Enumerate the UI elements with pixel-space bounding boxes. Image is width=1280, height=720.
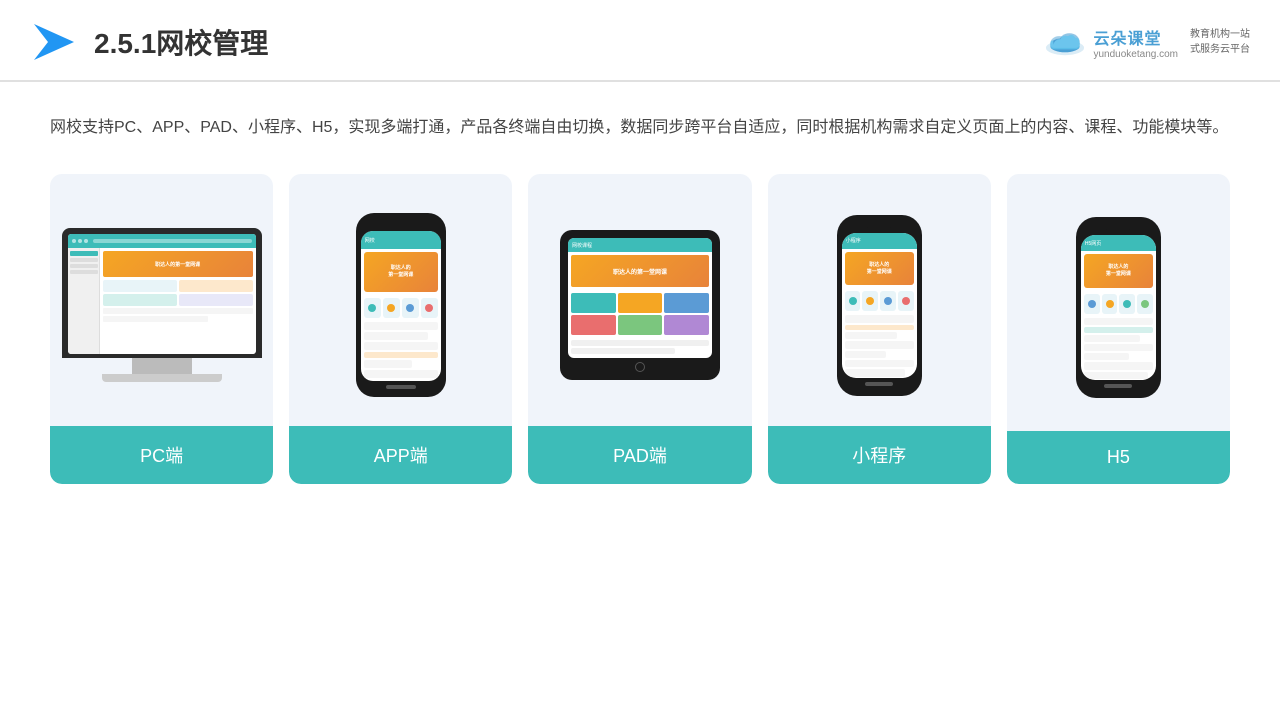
pc-base xyxy=(102,374,222,382)
cloud-icon xyxy=(1043,26,1087,58)
pad-home-circle xyxy=(635,362,645,372)
logo-arrow-icon xyxy=(30,18,78,66)
pad-mockup: 网校课程 职达人的第一堂网课 xyxy=(560,230,720,380)
card-h5: H5网页 职达人的第一堂网课 xyxy=(1007,174,1230,484)
brand-text: 云朵课堂 yunduoketang.com xyxy=(1093,25,1178,60)
pc-screen-inner: 职达人的第一堂网课 xyxy=(68,234,256,354)
brand-url: yunduoketang.com xyxy=(1093,49,1178,60)
page-title-num: 2.5.1 xyxy=(94,28,156,59)
card-pc-label: PC端 xyxy=(50,426,273,484)
page-title-text: 网校管理 xyxy=(156,28,268,59)
card-pc: 职达人的第一堂网课 xyxy=(50,174,273,484)
header-left: 2.5.1网校管理 xyxy=(30,18,268,66)
description: 网校支持PC、APP、PAD、小程序、H5，实现多端打通，产品各终端自由切换，数… xyxy=(50,112,1230,144)
card-pc-image: 职达人的第一堂网课 xyxy=(50,174,273,426)
phone-mockup-app: 网校 职达人的第一堂网课 xyxy=(356,213,446,397)
brand-slogan: 教育机构一站式服务云平台 xyxy=(1190,27,1250,57)
page-title: 2.5.1网校管理 xyxy=(94,22,268,62)
card-h5-label: H5 xyxy=(1007,431,1230,484)
pc-mockup: 职达人的第一堂网课 xyxy=(62,228,262,382)
card-miniprogram-label: 小程序 xyxy=(768,426,991,484)
card-pad-label: PAD端 xyxy=(528,426,751,484)
brand-name: 云朵课堂 xyxy=(1093,25,1178,49)
brand-logo: 云朵课堂 yunduoketang.com 教育机构一站式服务云平台 xyxy=(1043,25,1250,60)
mini-phone-bottom-h5 xyxy=(1104,384,1132,388)
pc-stand xyxy=(132,358,192,374)
pad-outer: 网校课程 职达人的第一堂网课 xyxy=(560,230,720,380)
mini-phone-screen-mini: 小程序 职达人的第一堂网课 xyxy=(842,233,917,378)
phone-outer-app: 网校 职达人的第一堂网课 xyxy=(356,213,446,397)
header: 2.5.1网校管理 云朵课堂 yunduoketang.com xyxy=(0,0,1280,82)
mini-phone-outer-h5: H5网页 职达人的第一堂网课 xyxy=(1076,217,1161,398)
mini-phone-bottom-mini xyxy=(865,382,893,386)
cards-container: 职达人的第一堂网课 xyxy=(50,174,1230,484)
phone-home-bar-app xyxy=(386,385,416,389)
card-app: 网校 职达人的第一堂网课 xyxy=(289,174,512,484)
phone-notch-app xyxy=(387,221,415,227)
mini-phone-screen-h5: H5网页 职达人的第一堂网课 xyxy=(1081,235,1156,380)
pad-screen: 网校课程 职达人的第一堂网课 xyxy=(568,238,712,358)
card-h5-image: H5网页 职达人的第一堂网课 xyxy=(1007,174,1230,431)
card-app-label: APP端 xyxy=(289,426,512,484)
content: 网校支持PC、APP、PAD、小程序、H5，实现多端打通，产品各终端自由切换，数… xyxy=(0,82,1280,504)
mini-phone-notch-h5 xyxy=(1106,227,1130,232)
card-miniprogram-image: 小程序 职达人的第一堂网课 xyxy=(768,174,991,426)
card-pad-image: 网校课程 职达人的第一堂网课 xyxy=(528,174,751,426)
header-right: 云朵课堂 yunduoketang.com 教育机构一站式服务云平台 xyxy=(1043,25,1250,60)
card-miniprogram: 小程序 职达人的第一堂网课 xyxy=(768,174,991,484)
card-app-image: 网校 职达人的第一堂网课 xyxy=(289,174,512,426)
phone-screen-app: 网校 职达人的第一堂网课 xyxy=(361,231,441,381)
mini-phone-notch-mini xyxy=(867,225,891,230)
phone-mockup-h5: H5网页 职达人的第一堂网课 xyxy=(1076,217,1161,398)
pc-screen-outer: 职达人的第一堂网课 xyxy=(62,228,262,358)
phone-mockup-mini: 小程序 职达人的第一堂网课 xyxy=(837,215,922,396)
mini-phone-outer-mini: 小程序 职达人的第一堂网课 xyxy=(837,215,922,396)
card-pad: 网校课程 职达人的第一堂网课 xyxy=(528,174,751,484)
